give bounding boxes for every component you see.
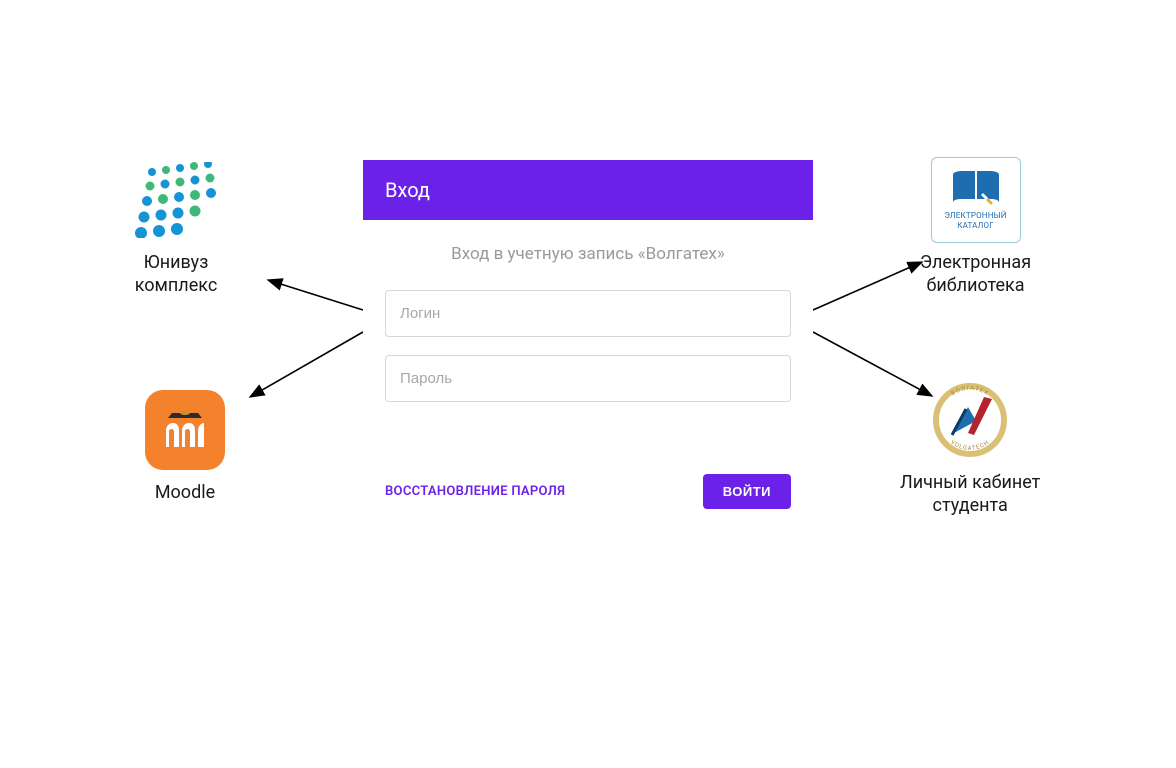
service-label: Moodle	[155, 481, 215, 504]
recover-password-link[interactable]: ВОССТАНОВЛЕНИЕ ПАРОЛЯ	[385, 484, 565, 499]
univuz-icon	[130, 155, 222, 245]
login-subtitle: Вход в учетную запись «Волгатех»	[385, 244, 791, 264]
service-label: Электронная библиотека	[920, 251, 1031, 298]
login-button[interactable]: ВОЙТИ	[703, 474, 791, 509]
service-personal-cabinet[interactable]: ВОЛГАТЕХ VOLGATECH Личный кабинет студен…	[900, 375, 1040, 518]
service-moodle[interactable]: Moodle	[145, 385, 225, 504]
login-title: Вход	[363, 160, 813, 220]
service-univuz[interactable]: Юнивуз комплекс	[130, 155, 222, 298]
catalog-icon: ЭЛЕКТРОННЫЙ КАТАЛОГ	[931, 155, 1021, 245]
login-card: Вход Вход в учетную запись «Волгатех» ВО…	[363, 160, 813, 521]
moodle-icon	[145, 385, 225, 475]
password-input[interactable]	[385, 355, 791, 402]
login-input[interactable]	[385, 290, 791, 337]
service-elibrary[interactable]: ЭЛЕКТРОННЫЙ КАТАЛОГ Электронная библиоте…	[920, 155, 1031, 298]
service-label: Личный кабинет студента	[900, 471, 1040, 518]
diagram-canvas: Юнивуз комплекс Moodle	[0, 0, 1176, 768]
volgatech-badge-icon: ВОЛГАТЕХ VOLGATECH	[922, 375, 1018, 465]
service-label: Юнивуз комплекс	[135, 251, 218, 298]
